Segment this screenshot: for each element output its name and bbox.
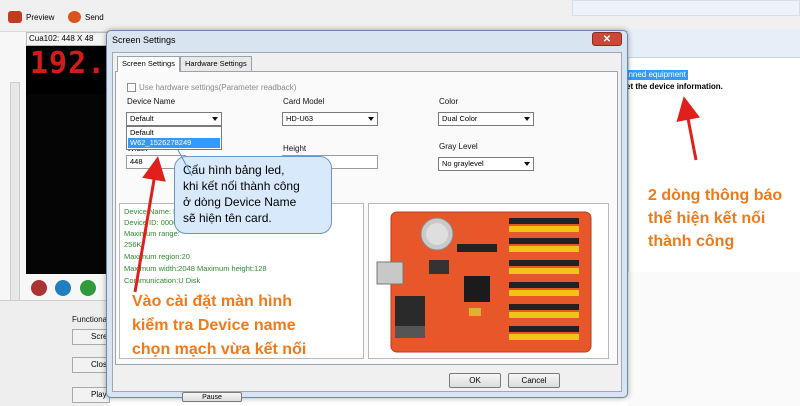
dialog-title: Screen Settings bbox=[112, 35, 176, 45]
right-top-strip bbox=[572, 0, 800, 16]
chevron-down-icon bbox=[524, 162, 530, 166]
ok-button[interactable]: OK bbox=[449, 373, 501, 388]
chevron-down-icon bbox=[212, 117, 218, 121]
info-range-value: 256K bbox=[124, 240, 142, 249]
left-scrollbar[interactable] bbox=[10, 82, 20, 330]
scanned-equipment-item[interactable]: anned equipment bbox=[622, 70, 688, 80]
color-select[interactable]: Dual Color bbox=[438, 112, 534, 126]
bottom-annotation: Vào cài đặt màn hình kiểm tra Device nam… bbox=[132, 293, 307, 358]
color-label: Color bbox=[439, 97, 459, 106]
control-card-image bbox=[368, 203, 609, 359]
info-max-region: Maximum region:20 bbox=[124, 252, 190, 261]
info-device-id: Device ID: 0000 bbox=[124, 218, 178, 227]
send-button[interactable]: Send bbox=[68, 8, 104, 26]
use-hardware-checkbox[interactable] bbox=[127, 83, 136, 92]
card-model-label: Card Model bbox=[283, 97, 325, 106]
use-hardware-label: Use hardware settings(Parameter readback… bbox=[139, 83, 297, 92]
screen-button[interactable]: Scree bbox=[72, 329, 110, 345]
right-bottom-area bbox=[628, 272, 800, 406]
dropdown-option-default[interactable]: Default bbox=[128, 128, 220, 138]
cancel-button[interactable]: Cancel bbox=[508, 373, 560, 388]
led-panel-header: Cua102: 448 X 48 bbox=[26, 32, 108, 46]
functional-panel: Functional Scree Clos Play bbox=[0, 300, 110, 406]
tooltip-text: Cấu hình bảng led, khi kết nối thành côn… bbox=[183, 163, 300, 225]
info-max-size: Maximum width:2048 Maximum height:128 bbox=[124, 264, 267, 273]
send-icon bbox=[68, 11, 81, 23]
right-annotation: 2 dòng thông báo thể hiện kết nối thành … bbox=[648, 187, 783, 250]
close-button[interactable]: Clos bbox=[72, 357, 110, 373]
led-preview-area bbox=[26, 94, 108, 274]
chevron-down-icon bbox=[524, 117, 530, 121]
chevron-down-icon bbox=[368, 117, 374, 121]
card-model-select[interactable]: HD-U63 bbox=[282, 112, 378, 126]
camera-icon bbox=[8, 11, 22, 23]
pause-button[interactable]: Pause bbox=[182, 392, 242, 402]
play-button[interactable]: Play bbox=[72, 387, 110, 403]
callout-tooltip: Cấu hình bảng led, khi kết nối thành côn… bbox=[174, 156, 332, 234]
close-icon[interactable]: ✕ bbox=[592, 32, 622, 46]
zoom-out-icon[interactable] bbox=[80, 280, 96, 296]
tab-hardware-settings[interactable]: Hardware Settings bbox=[180, 56, 252, 71]
gray-level-select[interactable]: No graylevel bbox=[438, 157, 534, 171]
device-name-select[interactable]: Default bbox=[126, 112, 222, 126]
control-card-picture bbox=[376, 211, 592, 353]
tab-screen-settings[interactable]: Screen Settings bbox=[117, 56, 180, 72]
info-communication: Communication:U Disk bbox=[124, 276, 201, 285]
info-max-range: Maximum range: bbox=[124, 229, 180, 238]
device-name-dropdown: Default W62_1526278249 bbox=[126, 126, 222, 150]
gray-level-label: Gray Level bbox=[439, 142, 478, 151]
height-label: Height bbox=[283, 144, 307, 153]
zoom-in-icon[interactable] bbox=[55, 280, 71, 296]
device-name-label: Device Name bbox=[127, 97, 176, 106]
device-info-message: et the device information. bbox=[626, 82, 723, 91]
functional-label: Functional bbox=[72, 315, 109, 324]
preview-button[interactable]: Preview bbox=[8, 8, 54, 26]
pause-icon[interactable] bbox=[31, 280, 47, 296]
right-pane-header bbox=[628, 30, 800, 58]
dropdown-option-card[interactable]: W62_1526278249 bbox=[128, 138, 220, 148]
